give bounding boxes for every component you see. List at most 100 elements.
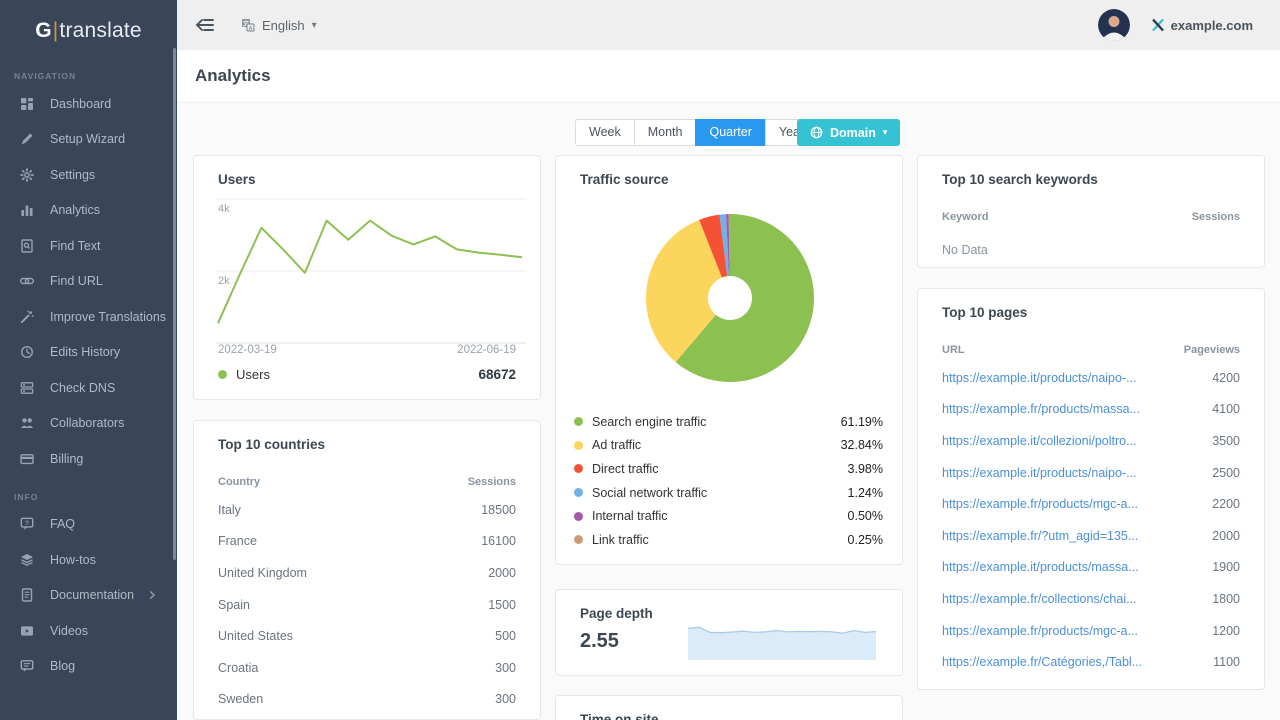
sidebar-item[interactable]: Check DNS bbox=[0, 370, 177, 406]
site-favicon-icon bbox=[1151, 18, 1165, 32]
pageviews-value: 2000 bbox=[1212, 529, 1240, 543]
country-name: Sweden bbox=[218, 692, 263, 706]
legend-item: Link traffic 0.25% bbox=[556, 528, 902, 552]
caret-down-icon: ▾ bbox=[883, 127, 888, 138]
sidebar-item[interactable]: ? FAQ bbox=[0, 507, 177, 543]
table-row: https://example.it/products/massa... 190… bbox=[918, 552, 1264, 584]
page-url-link[interactable]: https://example.fr/products/mgc-a... bbox=[942, 497, 1138, 511]
svg-text:?: ? bbox=[25, 520, 29, 527]
top-keywords-card: Top 10 search keywords Keyword Sessions … bbox=[917, 155, 1265, 268]
page-url-link[interactable]: https://example.fr/products/mgc-a... bbox=[942, 624, 1138, 638]
users-legend: Users 68672 bbox=[218, 367, 516, 382]
sidebar-item[interactable]: Videos bbox=[0, 613, 177, 649]
legend-dot bbox=[574, 441, 583, 450]
x-axis-labels: 2022-03-19 2022-06-19 bbox=[218, 344, 516, 356]
card-title: Top 10 search keywords bbox=[918, 156, 1264, 187]
wizard-icon bbox=[20, 132, 34, 146]
collapse-sidebar-icon[interactable] bbox=[195, 17, 215, 33]
table-row: https://example.it/products/naipo-... 25… bbox=[918, 457, 1264, 489]
legend-label: Direct traffic bbox=[592, 462, 658, 476]
page-url-link[interactable]: https://example.it/products/naipo-... bbox=[942, 371, 1137, 385]
pageviews-value: 2500 bbox=[1212, 466, 1240, 480]
top-countries-card: Top 10 countries Country Sessions Italy … bbox=[193, 420, 541, 720]
table-row: https://example.fr/Catégories,/Tabl... 1… bbox=[918, 646, 1264, 678]
traffic-donut-chart bbox=[640, 208, 820, 388]
pageviews-value: 4200 bbox=[1212, 371, 1240, 385]
page-depth-area-chart bbox=[688, 623, 876, 660]
chevron-right-icon bbox=[147, 590, 157, 600]
avatar[interactable] bbox=[1098, 9, 1130, 41]
language-selector[interactable]: 文A English ▾ bbox=[241, 18, 317, 33]
sidebar-scrollbar[interactable] bbox=[173, 48, 176, 560]
no-data-label: No Data bbox=[918, 229, 1264, 271]
sidebar-item[interactable]: Improve Translations bbox=[0, 299, 177, 335]
sidebar-item[interactable]: Edits History bbox=[0, 335, 177, 371]
sessions-value: 300 bbox=[495, 692, 516, 706]
sidebar-item[interactable]: Blog bbox=[0, 649, 177, 685]
page-url-link[interactable]: https://example.fr/?utm_agid=135... bbox=[942, 529, 1138, 543]
table-row: Sweden 300 bbox=[194, 684, 540, 716]
howtos-icon bbox=[20, 553, 34, 567]
page-url-link[interactable]: https://example.it/products/naipo-... bbox=[942, 466, 1137, 480]
pageviews-value: 3500 bbox=[1212, 434, 1240, 448]
page-url-link[interactable]: https://example.fr/collections/chai... bbox=[942, 592, 1137, 606]
table-row: Italy 18500 bbox=[194, 494, 540, 526]
legend-label: Search engine traffic bbox=[592, 415, 706, 429]
page-depth-value: 2.55 bbox=[580, 630, 619, 653]
sidebar-item[interactable]: Setup Wizard bbox=[0, 122, 177, 158]
legend-item: Social network traffic 1.24% bbox=[556, 481, 902, 505]
sidebar-item[interactable]: Dashboard bbox=[0, 86, 177, 122]
period-tab[interactable]: Month bbox=[634, 119, 697, 146]
legend-value: 3.98% bbox=[848, 462, 883, 476]
country-name: Italy bbox=[218, 503, 241, 517]
legend-item: Direct traffic 3.98% bbox=[556, 457, 902, 481]
dashboard-icon bbox=[20, 97, 34, 111]
legend-label: Social network traffic bbox=[592, 486, 707, 500]
countries-table: Italy 18500 France 16100 United Kingdom … bbox=[194, 494, 540, 715]
country-name: Spain bbox=[218, 598, 250, 612]
legend-dot bbox=[574, 464, 583, 473]
sidebar-item[interactable]: Settings bbox=[0, 157, 177, 193]
sidebar-item-label: Documentation bbox=[50, 588, 134, 602]
svg-text:2k: 2k bbox=[218, 275, 230, 287]
domain-filter-button[interactable]: Domain ▾ bbox=[797, 119, 900, 146]
page-title: Analytics bbox=[195, 66, 271, 86]
sidebar-item-label: How-tos bbox=[50, 553, 96, 567]
page-url-link[interactable]: https://example.fr/Catégories,/Tabl... bbox=[942, 655, 1142, 669]
card-title: Users bbox=[194, 156, 540, 187]
sidebar-item[interactable]: Documentation bbox=[0, 578, 177, 614]
country-name: France bbox=[218, 534, 257, 548]
period-tab[interactable]: Quarter bbox=[695, 119, 765, 146]
column-sessions: Sessions bbox=[1192, 211, 1240, 223]
pageviews-value: 1800 bbox=[1212, 592, 1240, 606]
topbar-right: example.com bbox=[1098, 9, 1253, 41]
videos-icon bbox=[20, 624, 34, 638]
gtranslate-logo[interactable]: G|translate bbox=[0, 0, 177, 56]
page-url-link[interactable]: https://example.it/collezioni/poltro... bbox=[942, 434, 1137, 448]
legend-label: Users bbox=[236, 367, 270, 382]
sidebar-item[interactable]: Analytics bbox=[0, 193, 177, 229]
sidebar-item-label: Settings bbox=[50, 168, 95, 182]
sidebar-item[interactable]: Collaborators bbox=[0, 406, 177, 442]
nav-section-label: NAVIGATION bbox=[14, 66, 177, 86]
period-tab[interactable]: Week bbox=[575, 119, 635, 146]
sidebar-item-label: Collaborators bbox=[50, 416, 124, 430]
sidebar-item[interactable]: Billing bbox=[0, 441, 177, 477]
svg-text:A: A bbox=[249, 26, 253, 32]
table-row: United Kingdom 2000 bbox=[194, 557, 540, 589]
column-keyword: Keyword bbox=[942, 211, 988, 223]
collaborators-icon bbox=[20, 416, 34, 430]
domain-selector[interactable]: example.com bbox=[1151, 18, 1253, 33]
table-row: United States 500 bbox=[194, 620, 540, 652]
page-url-link[interactable]: https://example.fr/products/massa... bbox=[942, 402, 1140, 416]
page-url-link[interactable]: https://example.it/products/massa... bbox=[942, 560, 1139, 574]
legend-dot bbox=[218, 370, 227, 379]
nav-list: Dashboard Setup Wizard Settings Analytic… bbox=[0, 86, 177, 477]
sidebar-item[interactable]: How-tos bbox=[0, 542, 177, 578]
blog-icon bbox=[20, 659, 34, 673]
table-row: France 16100 bbox=[194, 526, 540, 558]
sidebar-item[interactable]: Find URL bbox=[0, 264, 177, 300]
globe-icon bbox=[810, 126, 823, 139]
period-tabs: WeekMonthQuarterYear bbox=[575, 119, 818, 146]
sidebar-item[interactable]: Find Text bbox=[0, 228, 177, 264]
